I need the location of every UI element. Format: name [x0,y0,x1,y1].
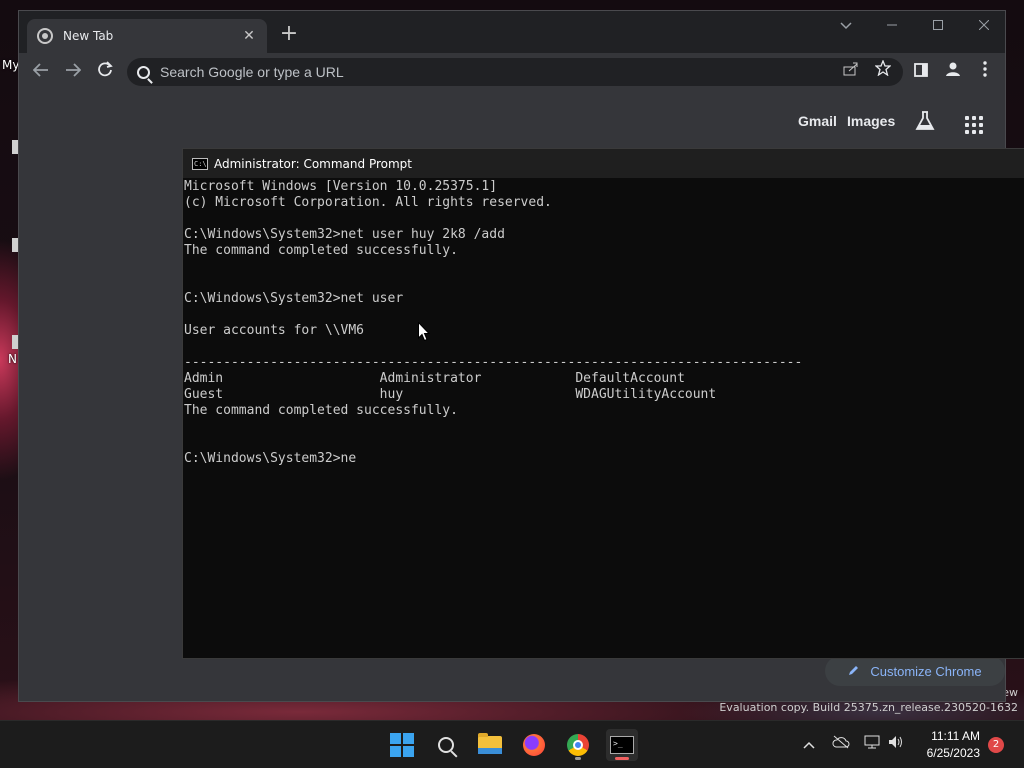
console-line: C:\Windows\System32>ne [184,451,357,466]
cmd-title-bar[interactable]: C:\ Administrator: Command Prompt [183,149,1024,178]
clock-date: 6/25/2023 [926,746,980,760]
tray-overflow-chevron-icon[interactable] [799,735,819,755]
taskbar-terminal[interactable]: >_ [606,729,638,761]
console-line: ----------------------------------------… [184,355,803,370]
chrome-favicon-icon [37,28,53,44]
volume-icon[interactable] [886,735,906,755]
customize-chrome-button[interactable]: Customize Chrome [825,656,1005,686]
gmail-link[interactable]: Gmail [798,113,837,129]
command-prompt-window[interactable]: C:\ Administrator: Command Prompt Micros… [182,148,1024,659]
clock-time: 11:11 AM [931,729,980,743]
console-output[interactable]: Microsoft Windows [Version 10.0.25375.1]… [184,179,802,467]
system-clock[interactable]: 11:11 AM 6/25/2023 [918,728,980,762]
address-bar-input[interactable] [160,64,839,80]
console-line: C:\Windows\System32>net user [184,291,404,306]
images-link[interactable]: Images [847,113,895,129]
bookmark-star-icon[interactable] [871,59,895,84]
console-line: User accounts for \\VM6 [184,323,365,338]
taskbar-file-explorer[interactable] [474,729,506,761]
tab-strip: New Tab ✕ + [19,11,1005,53]
console-line: The command completed successfully. [184,403,458,418]
console-line: (c) Microsoft Corporation. All rights re… [184,195,552,210]
firefox-icon [523,734,545,756]
cmd-app-icon: C:\ [192,157,208,170]
apps-grid-icon[interactable] [965,116,983,134]
forward-arrow-icon[interactable] [61,60,85,84]
new-tab-button[interactable]: + [277,23,301,47]
windows-logo-icon [390,733,414,757]
cmd-window-title: Administrator: Command Prompt [214,156,412,171]
close-tab-icon[interactable]: ✕ [241,28,257,44]
search-icon [438,737,454,753]
notification-badge[interactable]: 2 [988,737,1004,753]
console-line: C:\Windows\System32>net user huy 2k8 /ad… [184,227,505,242]
search-icon [137,65,150,79]
desktop-shortcut-label[interactable]: N [8,352,17,366]
console-line: Admin Administrator DefaultAccount [184,371,685,386]
labs-flask-icon[interactable] [913,111,937,135]
browser-toolbar [19,53,1005,91]
start-button[interactable] [386,729,418,761]
pencil-icon [848,664,860,679]
share-icon[interactable] [839,60,863,84]
chrome-icon [567,734,589,756]
omnibox[interactable] [127,58,903,86]
console-line: Microsoft Windows [Version 10.0.25375.1] [184,179,498,194]
taskbar-firefox[interactable] [518,729,550,761]
close-window-icon[interactable] [969,15,999,39]
active-indicator [615,757,629,760]
terminal-icon: >_ [610,736,634,754]
reload-icon[interactable] [93,60,117,84]
taskbar-search-button[interactable] [430,729,462,761]
customize-chrome-label: Customize Chrome [870,663,982,679]
taskbar: >_ 11:11 AM 6/25/2023 2 [0,720,1024,768]
tab-title: New Tab [63,29,114,43]
tab-new-tab[interactable]: New Tab ✕ [27,19,267,53]
taskbar-chrome[interactable] [562,729,594,761]
side-panel-icon[interactable] [909,60,933,84]
back-arrow-icon[interactable] [29,60,53,84]
console-line: The command completed successfully. [184,243,458,258]
tab-search-chevron-icon[interactable] [831,15,861,39]
network-icon[interactable] [862,735,882,755]
maximize-icon[interactable] [923,15,953,39]
onedrive-offline-icon[interactable] [831,735,851,755]
folder-icon [478,733,502,754]
profile-avatar-icon[interactable] [941,60,965,84]
minimize-icon[interactable] [877,15,907,39]
menu-kebab-icon[interactable] [973,60,997,84]
console-line: Guest huy WDAGUtilityAccount [184,387,717,402]
running-indicator [575,757,581,760]
desktop-shortcut-label[interactable]: My [2,58,19,72]
evaluation-watermark: Evaluation copy. Build 25375.zn_release.… [719,701,1018,714]
